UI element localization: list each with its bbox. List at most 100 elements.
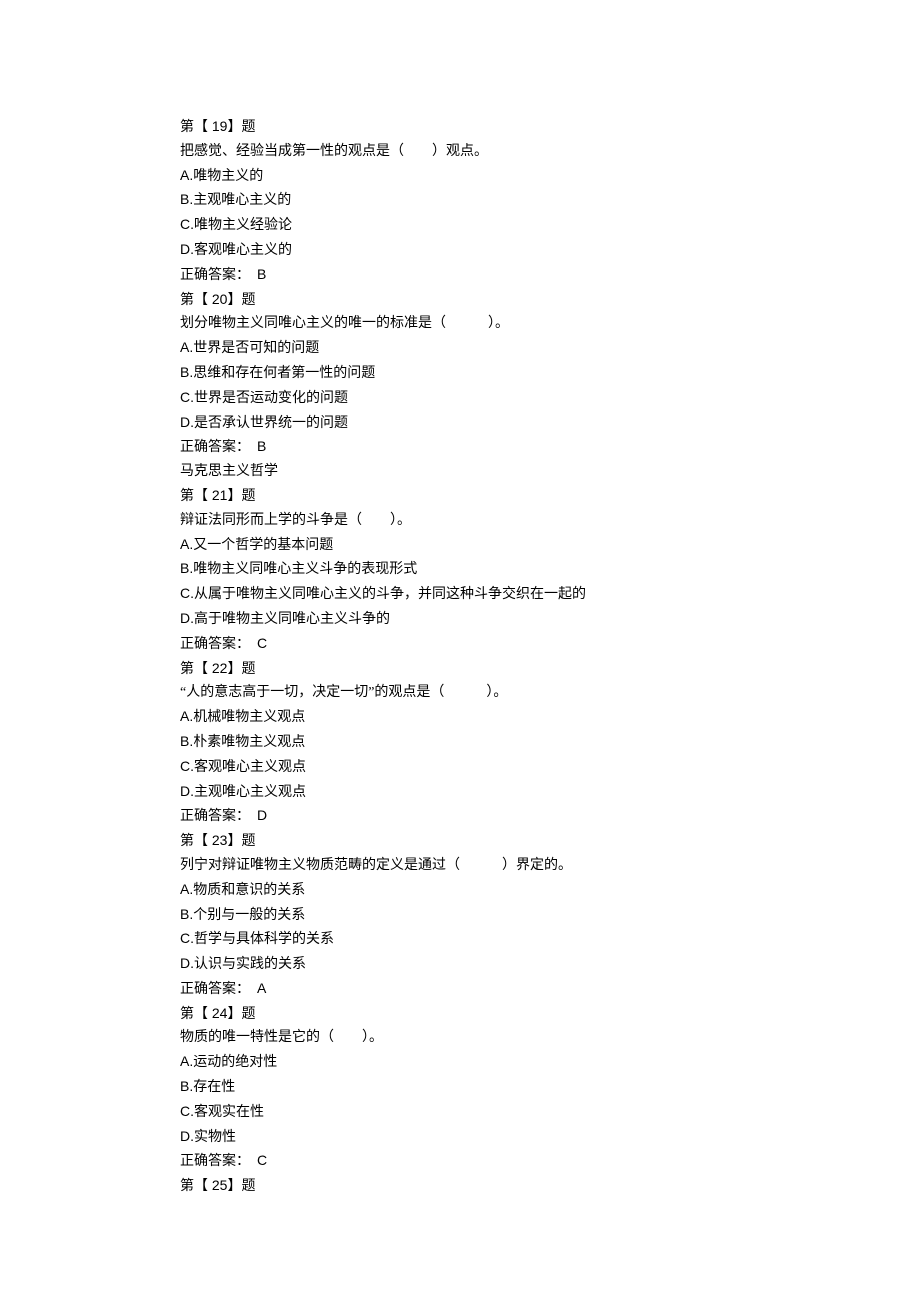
spacer <box>243 268 257 283</box>
option-text: 认识与实践的关系 <box>194 957 306 972</box>
option-letter: D. <box>180 1128 194 1144</box>
option-text: 从属于唯物主义同唯心主义的斗争，并同这种斗争交织在一起的 <box>194 587 586 602</box>
option: A.运动的绝对性 <box>180 1050 740 1075</box>
question-header: 第【 21】题 <box>180 484 740 509</box>
option-letter: B. <box>180 364 193 380</box>
option: C.客观唯心主义观点 <box>180 755 740 780</box>
correct-answer: 正确答案： D <box>180 804 740 829</box>
option: B.存在性 <box>180 1075 740 1100</box>
option-text: 运动的绝对性 <box>193 1055 277 1070</box>
question-header-suffix: 】题 <box>227 120 255 135</box>
option: A.物质和意识的关系 <box>180 878 740 903</box>
question-stem: “人的意志高于一切，决定一切”的观点是（ ）。 <box>180 681 740 705</box>
option: A.又一个哲学的基本问题 <box>180 533 740 558</box>
question-header-suffix: 】题 <box>227 489 255 504</box>
answer-value: C <box>257 635 267 651</box>
option-text: 客观唯心主义的 <box>194 243 292 258</box>
option: D.是否承认世界统一的问题 <box>180 411 740 436</box>
option: D.实物性 <box>180 1125 740 1150</box>
option-letter: C. <box>180 585 194 601</box>
question-number: 23 <box>208 832 227 848</box>
option-text: 客观实在性 <box>194 1105 264 1120</box>
answer-label: 正确答案： <box>180 1154 243 1169</box>
question-header: 第【 24】题 <box>180 1002 740 1027</box>
option-text: 唯物主义经验论 <box>194 218 292 233</box>
question-header-prefix: 第【 <box>180 1007 208 1022</box>
option-letter: A. <box>180 708 193 724</box>
option: D.客观唯心主义的 <box>180 238 740 263</box>
answer-label: 正确答案： <box>180 440 243 455</box>
answer-value: C <box>257 1152 267 1168</box>
option: C.从属于唯物主义同唯心主义的斗争，并同这种斗争交织在一起的 <box>180 582 740 607</box>
option-letter: D. <box>180 241 194 257</box>
correct-answer: 正确答案： B <box>180 263 740 288</box>
option: C.哲学与具体科学的关系 <box>180 927 740 952</box>
option: B.思维和存在何者第一性的问题 <box>180 361 740 386</box>
correct-answer: 正确答案： C <box>180 632 740 657</box>
answer-value: B <box>257 438 266 454</box>
question-header-suffix: 】题 <box>227 662 255 677</box>
option-letter: D. <box>180 610 194 626</box>
option-text: 个别与一般的关系 <box>193 908 305 923</box>
question-number: 24 <box>208 1005 227 1021</box>
spacer <box>243 809 257 824</box>
question-number: 25 <box>208 1177 227 1193</box>
option-letter: A. <box>180 1053 193 1069</box>
spacer <box>243 637 257 652</box>
option: D.主观唯心主义观点 <box>180 780 740 805</box>
option-text: 哲学与具体科学的关系 <box>194 932 334 947</box>
question-header: 第【 22】题 <box>180 657 740 682</box>
option-letter: B. <box>180 733 193 749</box>
option-text: 又一个哲学的基本问题 <box>193 538 333 553</box>
question-header: 第【 19】题 <box>180 115 740 140</box>
question-number: 20 <box>208 291 227 307</box>
option-letter: D. <box>180 783 194 799</box>
option-letter: C. <box>180 758 194 774</box>
question-header-prefix: 第【 <box>180 120 208 135</box>
option: B.唯物主义同唯心主义斗争的表现形式 <box>180 557 740 582</box>
option: A.唯物主义的 <box>180 164 740 189</box>
question-header-prefix: 第【 <box>180 1179 208 1194</box>
option-letter: B. <box>180 191 193 207</box>
question-stem: 物质的唯一特性是它的（ ）。 <box>180 1026 740 1050</box>
option-text: 唯物主义同唯心主义斗争的表现形式 <box>193 562 417 577</box>
option-text: 高于唯物主义同唯心主义斗争的 <box>194 612 390 627</box>
option: D.认识与实践的关系 <box>180 952 740 977</box>
answer-label: 正确答案： <box>180 268 243 283</box>
option-letter: A. <box>180 339 193 355</box>
option: B.个别与一般的关系 <box>180 903 740 928</box>
option-text: 主观唯心主义观点 <box>194 785 306 800</box>
correct-answer: 正确答案： A <box>180 977 740 1002</box>
option: C.世界是否运动变化的问题 <box>180 386 740 411</box>
option-text: 思维和存在何者第一性的问题 <box>193 366 375 381</box>
option-letter: C. <box>180 216 194 232</box>
question-number: 21 <box>208 487 227 503</box>
spacer <box>243 1154 257 1169</box>
question-stem: 把感觉、经验当成第一性的观点是（ ）观点。 <box>180 140 740 164</box>
question-number: 22 <box>208 660 227 676</box>
answer-value: A <box>257 980 266 996</box>
option-letter: A. <box>180 881 193 897</box>
option-text: 世界是否运动变化的问题 <box>194 391 348 406</box>
answer-value: B <box>257 266 266 282</box>
answer-label: 正确答案： <box>180 982 243 997</box>
question-header-suffix: 】题 <box>227 1007 255 1022</box>
option-letter: C. <box>180 1103 194 1119</box>
option-text: 客观唯心主义观点 <box>194 760 306 775</box>
option-text: 物质和意识的关系 <box>193 883 305 898</box>
section-label: 马克思主义哲学 <box>180 460 740 484</box>
option: B.朴素唯物主义观点 <box>180 730 740 755</box>
correct-answer: 正确答案： C <box>180 1149 740 1174</box>
document-page: 第【 19】题把感觉、经验当成第一性的观点是（ ）观点。A.唯物主义的B.主观唯… <box>0 0 920 1303</box>
option-letter: A. <box>180 167 193 183</box>
option-text: 唯物主义的 <box>193 169 263 184</box>
question-header: 第【 20】题 <box>180 288 740 313</box>
option: A.世界是否可知的问题 <box>180 336 740 361</box>
option-text: 是否承认世界统一的问题 <box>194 416 348 431</box>
option: C.客观实在性 <box>180 1100 740 1125</box>
option-letter: D. <box>180 955 194 971</box>
option: B.主观唯心主义的 <box>180 188 740 213</box>
option: D.高于唯物主义同唯心主义斗争的 <box>180 607 740 632</box>
question-number: 19 <box>208 118 227 134</box>
question-header-prefix: 第【 <box>180 662 208 677</box>
